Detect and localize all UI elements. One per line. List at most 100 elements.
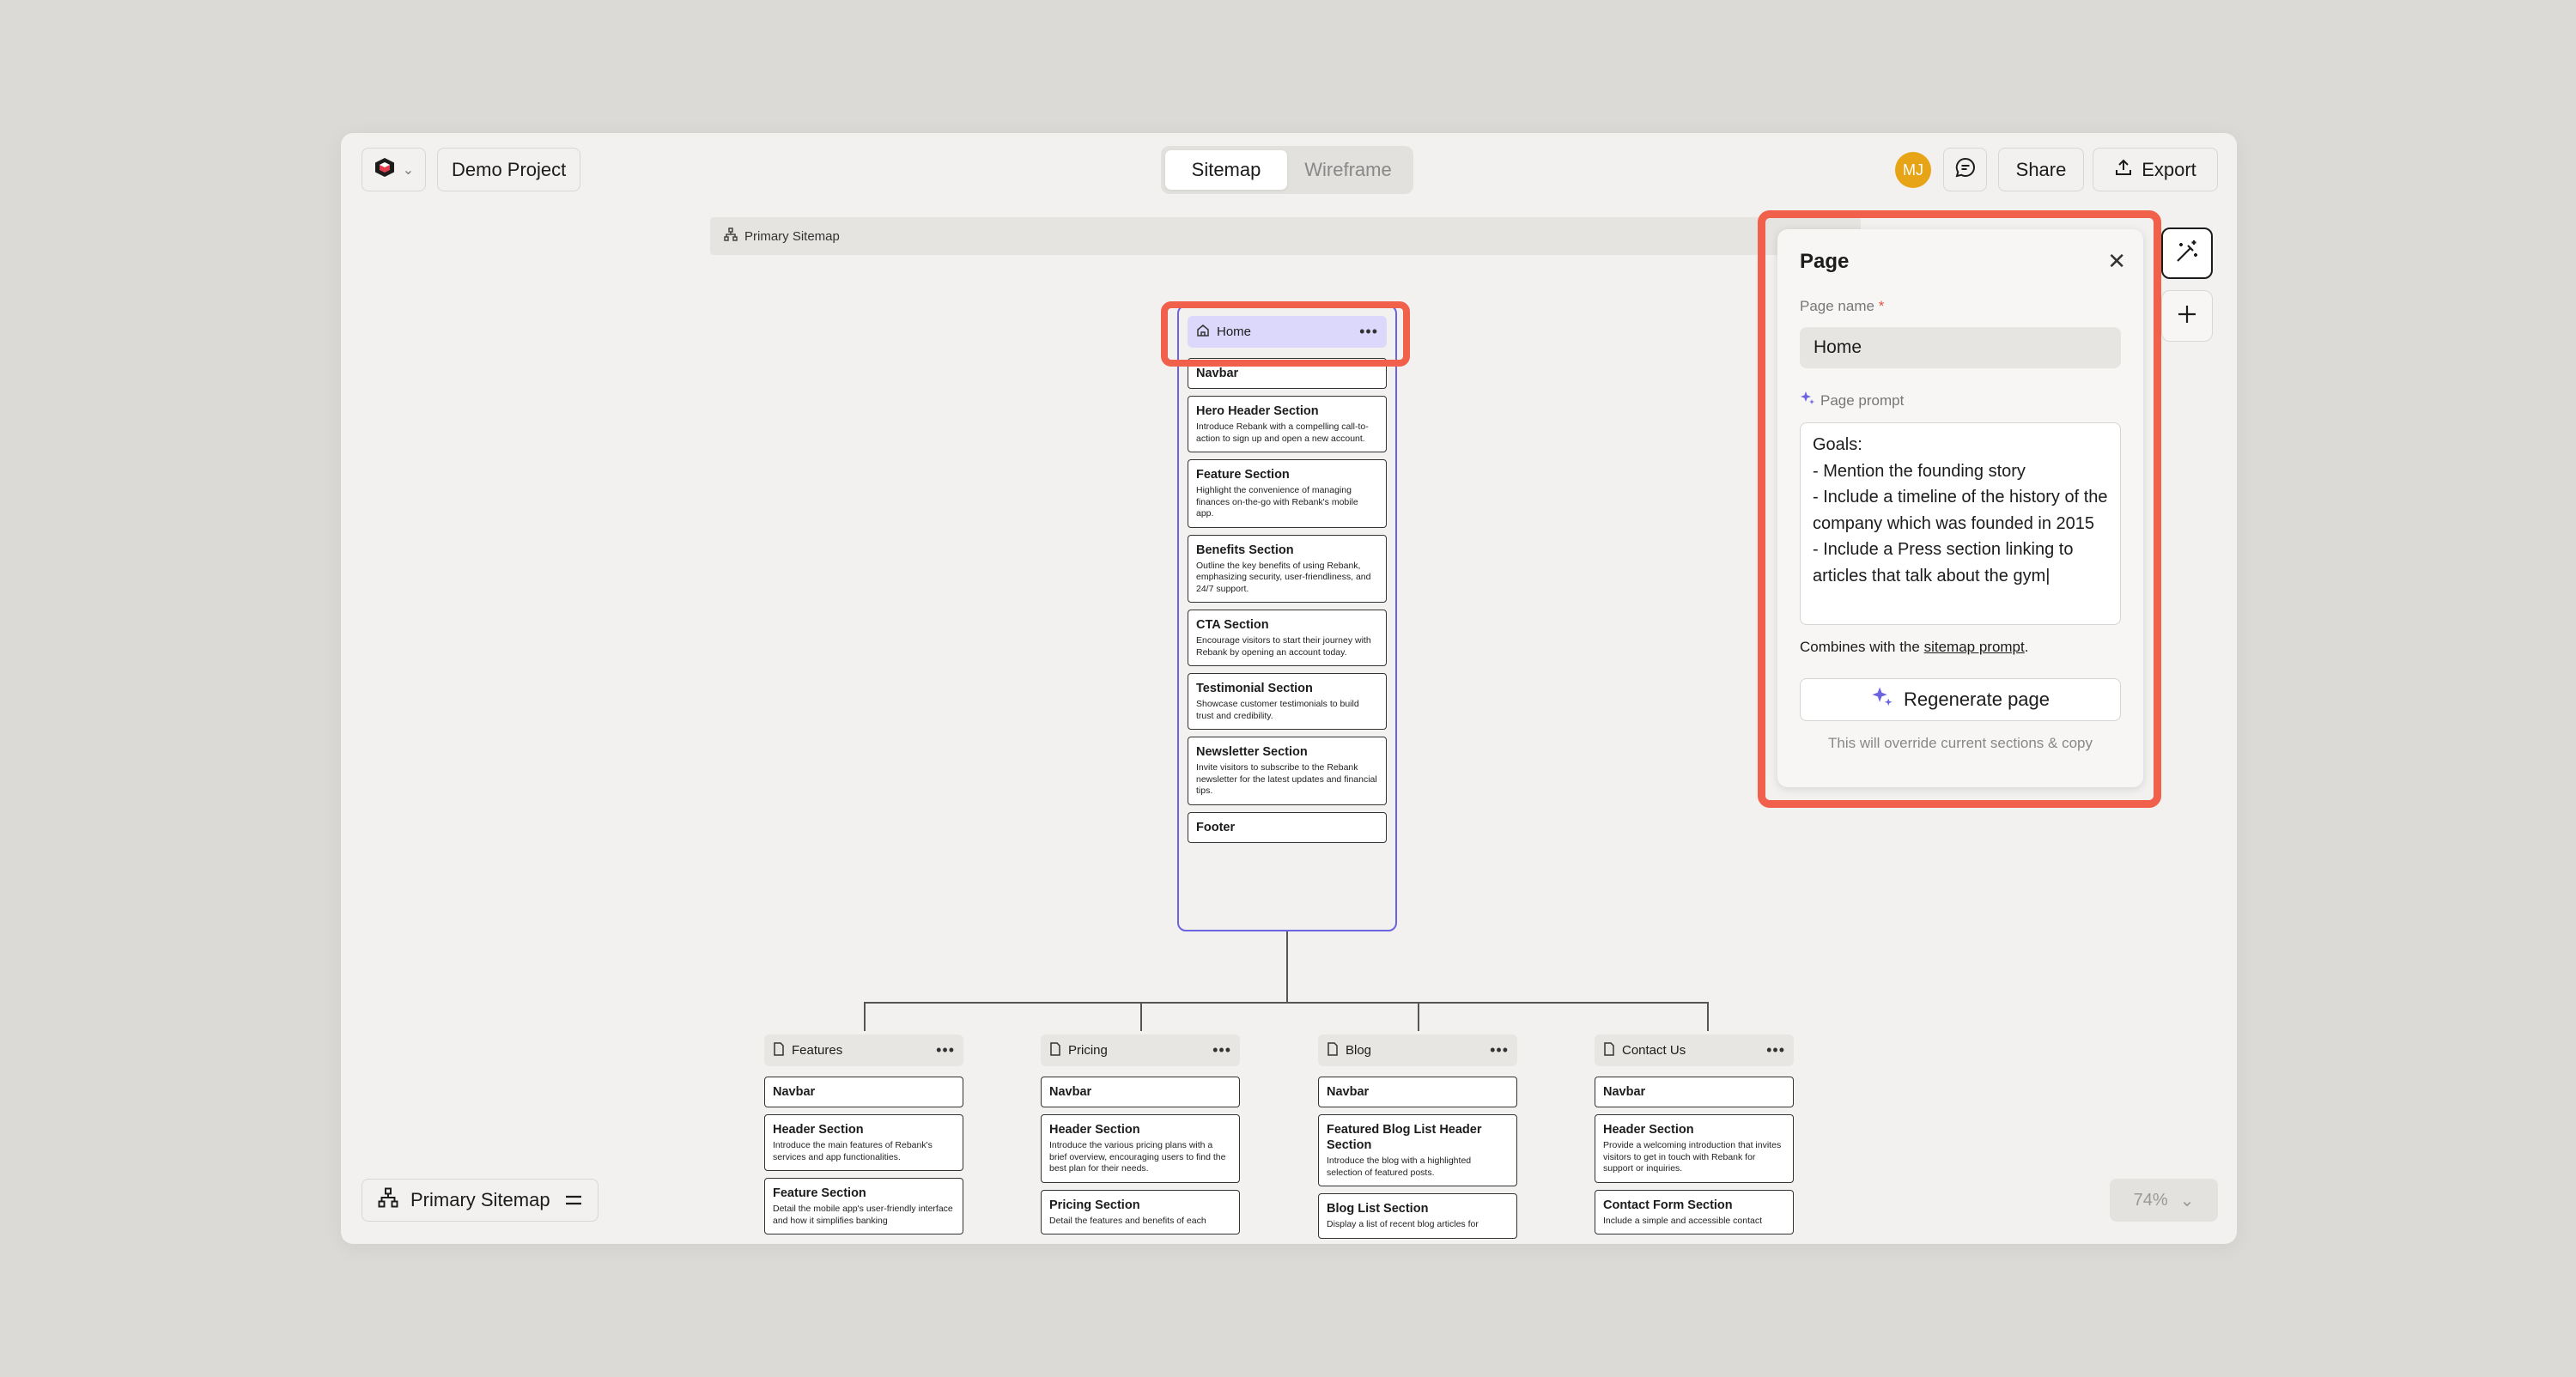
- connector-line: [864, 1002, 1709, 1004]
- section-description: Detail the features and benefits of each: [1049, 1215, 1206, 1226]
- section-title: Header Section: [773, 1123, 864, 1137]
- page-prompt-textarea[interactable]: Goals: - Mention the founding story - In…: [1800, 422, 2121, 625]
- page-name-input[interactable]: Home: [1800, 327, 2121, 368]
- ai-edit-button[interactable]: [2161, 227, 2213, 279]
- page-icon: [1327, 1041, 1339, 1059]
- section-block[interactable]: Pricing Section Detail the features and …: [1041, 1189, 1240, 1234]
- more-options-icon[interactable]: •••: [1490, 1041, 1509, 1059]
- section-description: Encourage visitors to start their journe…: [1196, 635, 1371, 658]
- section-title: Header Section: [1603, 1123, 1694, 1137]
- upload-icon: [2114, 158, 2133, 182]
- page-card-header[interactable]: Blog •••: [1318, 1034, 1517, 1066]
- more-options-icon[interactable]: •••: [1212, 1041, 1231, 1059]
- page-card-pricing[interactable]: Pricing ••• Navbar Header Section Introd…: [1041, 1034, 1240, 1234]
- page-card-header[interactable]: Contact Us •••: [1595, 1034, 1794, 1066]
- chevron-down-icon: ⌄: [402, 162, 415, 178]
- sitemap-selector-button[interactable]: Primary Sitemap: [361, 1179, 598, 1222]
- tab-sitemap[interactable]: Sitemap: [1165, 150, 1287, 190]
- avatar[interactable]: MJ: [1895, 152, 1931, 188]
- section-description: Outline the key benefits of using Rebank…: [1196, 560, 1371, 594]
- menu-icon: [565, 1189, 582, 1211]
- section-title: Navbar: [773, 1085, 816, 1099]
- section-title: CTA Section: [1196, 618, 1269, 632]
- section-title: Testimonial Section: [1196, 682, 1313, 695]
- sitemap-band-label: Primary Sitemap: [744, 228, 840, 244]
- page-card-title: Features: [792, 1043, 843, 1058]
- page-card-features[interactable]: Features ••• Navbar Header Section Intro…: [764, 1034, 963, 1234]
- section-block[interactable]: Feature Section Highlight the convenienc…: [1188, 459, 1387, 528]
- section-title: Pricing Section: [1049, 1198, 1140, 1212]
- combines-prefix: Combines with the: [1800, 639, 1924, 655]
- zoom-control[interactable]: 74% ⌄: [2110, 1179, 2218, 1222]
- plus-icon: [2175, 302, 2199, 331]
- logo-menu-button[interactable]: ⌄: [361, 148, 426, 191]
- sparkle-icon: [1871, 686, 1893, 713]
- close-icon[interactable]: ✕: [2107, 248, 2126, 275]
- comments-button[interactable]: [1943, 148, 1987, 191]
- section-description: Include a simple and accessible contact: [1603, 1215, 1763, 1226]
- section-block[interactable]: Header Section Provide a welcoming intro…: [1595, 1114, 1794, 1183]
- page-card-title: Blog: [1346, 1043, 1372, 1058]
- sitemap-icon: [378, 1187, 398, 1213]
- section-title: Hero Header Section: [1196, 404, 1319, 418]
- section-block[interactable]: Feature Section Detail the mobile app's …: [764, 1178, 963, 1234]
- connector-line: [1418, 1002, 1419, 1031]
- sparkle-icon: [1800, 391, 1815, 410]
- section-block[interactable]: Contact Form Section Include a simple an…: [1595, 1189, 1794, 1234]
- section-block[interactable]: Navbar: [1595, 1077, 1794, 1107]
- app-window: ⌄ Demo Project Sitemap Wireframe MJ Shar…: [341, 133, 2237, 1244]
- section-title: Newsletter Section: [1196, 745, 1308, 759]
- section-block[interactable]: Featured Blog List Header Section Introd…: [1318, 1114, 1517, 1186]
- section-block[interactable]: Newsletter Section Invite visitors to su…: [1188, 737, 1387, 805]
- more-options-icon[interactable]: •••: [936, 1041, 955, 1059]
- section-title: Contact Form Section: [1603, 1198, 1733, 1212]
- page-card-header[interactable]: Pricing •••: [1041, 1034, 1240, 1066]
- section-title: Navbar: [1196, 367, 1239, 380]
- section-block[interactable]: Header Section Introduce the various pri…: [1041, 1114, 1240, 1183]
- connector-line: [1286, 931, 1288, 1002]
- add-button[interactable]: [2161, 290, 2213, 342]
- view-switcher: Sitemap Wireframe: [1161, 146, 1413, 194]
- section-block[interactable]: Benefits Section Outline the key benefit…: [1188, 534, 1387, 603]
- page-icon: [1049, 1041, 1061, 1059]
- sitemap-prompt-link[interactable]: sitemap prompt: [1924, 639, 2025, 655]
- required-mark: *: [1878, 298, 1885, 314]
- more-options-icon[interactable]: •••: [1766, 1041, 1785, 1059]
- section-title: Navbar: [1603, 1085, 1646, 1099]
- regenerate-page-button[interactable]: Regenerate page: [1800, 678, 2121, 721]
- section-block[interactable]: Navbar: [1041, 1077, 1240, 1107]
- section-block[interactable]: Navbar: [1318, 1077, 1517, 1107]
- section-block[interactable]: Blog List Section Display a list of rece…: [1318, 1193, 1517, 1239]
- section-description: Detail the mobile app's user-friendly in…: [773, 1204, 953, 1226]
- page-card-home[interactable]: Home ••• Navbar Hero Header Section Intr…: [1188, 316, 1387, 843]
- page-card-title: Pricing: [1068, 1043, 1108, 1058]
- section-description: Provide a welcoming introduction that in…: [1603, 1140, 1782, 1174]
- sitemap-icon: [724, 227, 738, 245]
- page-card-contact-us[interactable]: Contact Us ••• Navbar Header Section Pro…: [1595, 1034, 1794, 1234]
- comment-icon: [1954, 156, 1977, 183]
- section-block[interactable]: Testimonial Section Showcase customer te…: [1188, 673, 1387, 730]
- section-description: Introduce Rebank with a compelling call-…: [1196, 422, 1369, 444]
- magic-wand-icon: [2173, 238, 2201, 270]
- project-name-button[interactable]: Demo Project: [437, 148, 581, 191]
- section-block[interactable]: CTA Section Encourage visitors to start …: [1188, 610, 1387, 666]
- section-block[interactable]: Header Section Introduce the main featur…: [764, 1114, 963, 1171]
- tab-wireframe[interactable]: Wireframe: [1287, 150, 1409, 190]
- panel-title: Page: [1800, 250, 1850, 273]
- section-block[interactable]: Navbar: [764, 1077, 963, 1107]
- section-description: Highlight the convenience of managing fi…: [1196, 485, 1358, 519]
- section-block[interactable]: Hero Header Section Introduce Rebank wit…: [1188, 396, 1387, 452]
- page-prompt-label: Page prompt: [1800, 391, 2121, 410]
- sitemap-selector-label: Primary Sitemap: [410, 1189, 550, 1210]
- export-label: Export: [2142, 158, 2196, 180]
- section-title: Footer: [1196, 820, 1236, 834]
- logo-icon: [374, 156, 396, 183]
- section-block[interactable]: Footer: [1188, 811, 1387, 843]
- connector-line: [1140, 1002, 1142, 1031]
- page-card-blog[interactable]: Blog ••• Navbar Featured Blog List Heade…: [1318, 1034, 1517, 1239]
- export-button[interactable]: Export: [2093, 148, 2218, 191]
- page-card-header[interactable]: Features •••: [764, 1034, 963, 1066]
- section-title: Benefits Section: [1196, 543, 1294, 557]
- share-button[interactable]: Share: [1998, 148, 2084, 191]
- section-description: Invite visitors to subscribe to the Reba…: [1196, 762, 1377, 796]
